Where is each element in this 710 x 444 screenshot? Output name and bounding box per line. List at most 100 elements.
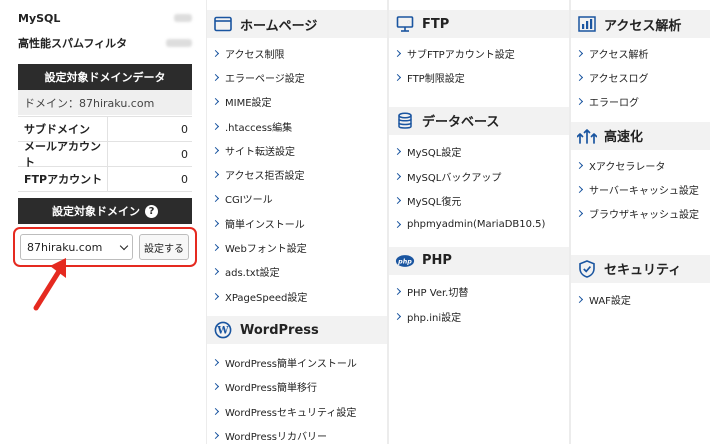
menu-link[interactable]: php.ini設定 <box>389 304 569 328</box>
chevron-right-icon <box>393 196 402 204</box>
count-label: FTPアカウント <box>18 167 108 191</box>
database-link-list: MySQL設定 MySQLバックアップ MySQL復元 phpmyadmin(M… <box>389 135 569 237</box>
menu-link-label: サイト転送設定 <box>225 146 295 158</box>
section-header-security: セキュリティ <box>571 254 710 283</box>
chevron-right-icon <box>211 383 220 391</box>
menu-link[interactable]: アクセスログ <box>571 65 710 89</box>
wordpress-icon: W <box>213 320 233 340</box>
menu-column-1: ホームページ アクセス制限 エラーページ設定 MIME設定 .htaccess編… <box>207 0 387 444</box>
menu-link[interactable]: phpmyadmin(MariaDB10.5) <box>389 212 569 236</box>
chevron-right-icon <box>393 49 402 57</box>
menu-link[interactable]: WAF設定 <box>571 288 710 312</box>
red-arrow-annotation <box>33 258 66 311</box>
menu-link[interactable]: FTP制限設定 <box>389 65 569 89</box>
menu-link-label: MIME設定 <box>225 98 272 110</box>
menu-link-label: Xアクセラレータ <box>589 161 666 173</box>
database-icon <box>395 111 415 131</box>
section-title: セキュリティ <box>604 263 682 279</box>
menu-column-2: FTP サブFTPアカウント設定 FTP制限設定 データベース MySQL設定 … <box>389 0 569 444</box>
menu-link[interactable]: MySQL復元 <box>389 188 569 212</box>
section-title: 高速化 <box>604 130 644 146</box>
menu-link-label: FTP制限設定 <box>407 73 465 85</box>
blurred-value <box>166 39 192 47</box>
chevron-right-icon <box>575 185 584 193</box>
menu-link[interactable]: .htaccess編集 <box>207 114 387 138</box>
menu-link[interactable]: アクセス拒否設定 <box>207 162 387 186</box>
bar-chart-icon <box>577 14 597 34</box>
chevron-right-icon <box>211 146 220 154</box>
target-domain-header-label: 設定対象ドメイン <box>52 205 140 218</box>
chevron-right-icon <box>393 172 402 180</box>
section-header-speed: 高速化 <box>571 121 710 150</box>
domain-data-header: 設定対象ドメインデータ <box>18 64 192 90</box>
menu-link[interactable]: Webフォント設定 <box>207 235 387 259</box>
menu-link[interactable]: WordPressセキュリティ設定 <box>207 399 387 423</box>
menu-link-label: WAF設定 <box>589 296 631 308</box>
stat-row-spam-filter: 高性能スパムフィルタ <box>18 31 192 55</box>
help-icon[interactable]: ? <box>145 204 158 218</box>
chevron-right-icon <box>393 73 402 81</box>
menu-link[interactable]: MySQLバックアップ <box>389 164 569 188</box>
chevron-right-icon <box>393 148 402 156</box>
chevron-right-icon <box>393 221 402 229</box>
menu-link[interactable]: サーバーキャッシュ設定 <box>571 177 710 201</box>
wordpress-link-list: WordPress簡単インストール WordPress簡単移行 WordPres… <box>207 344 387 444</box>
menu-link[interactable]: WordPress簡単移行 <box>207 375 387 399</box>
menu-link-label: エラーページ設定 <box>225 73 305 85</box>
chevron-right-icon <box>575 73 584 81</box>
current-domain-line: ドメイン：87hiraku.com <box>18 90 192 115</box>
menu-link-label: アクセス制限 <box>225 49 285 61</box>
menu-link[interactable]: サイト転送設定 <box>207 138 387 162</box>
menu-link-label: サブFTPアカウント設定 <box>407 49 515 61</box>
domain-count-table: サブドメイン 0 メールアカウント 0 FTPアカウント 0 <box>18 116 192 192</box>
section-header-php: php PHP <box>389 246 569 275</box>
menu-link[interactable]: エラーログ <box>571 90 710 114</box>
count-value: 0 <box>181 122 188 136</box>
menu-link[interactable]: MIME設定 <box>207 90 387 114</box>
menu-link-label: Webフォント設定 <box>225 244 307 256</box>
svg-text:W: W <box>216 326 229 337</box>
menu-link-label: 簡単インストール <box>225 219 305 231</box>
chevron-right-icon <box>211 73 220 81</box>
stat-label: 高性能スパムフィルタ <box>18 37 128 50</box>
ftp-link-list: サブFTPアカウント設定 FTP制限設定 <box>389 38 569 90</box>
chevron-right-icon <box>211 243 220 252</box>
menu-link[interactable]: 簡単インストール <box>207 211 387 235</box>
menu-link[interactable]: MySQL設定 <box>389 140 569 164</box>
chevron-right-icon <box>211 407 220 415</box>
chevron-right-icon <box>575 161 584 169</box>
section-title: アクセス解析 <box>604 18 682 34</box>
security-link-list: WAF設定 <box>571 283 710 312</box>
domain-select-value: 87hiraku.com <box>27 240 103 254</box>
stat-label: MySQL <box>18 11 61 25</box>
monitor-icon <box>395 14 415 34</box>
window-icon <box>213 14 233 34</box>
section-title: ホームページ <box>240 18 318 34</box>
section-title: データベース <box>422 115 500 131</box>
menu-link[interactable]: WordPressリカバリー <box>207 423 387 444</box>
menu-column-3: アクセス解析 アクセス解析 アクセスログ エラーログ 高速化 Xアクセラレータ … <box>571 0 710 444</box>
menu-link[interactable]: PHP Ver.切替 <box>389 280 569 304</box>
menu-link[interactable]: アクセス制限 <box>207 41 387 65</box>
menu-link[interactable]: XPageSpeed設定 <box>207 284 387 308</box>
chevron-right-icon <box>575 210 584 218</box>
menu-link[interactable]: サブFTPアカウント設定 <box>389 41 569 65</box>
menu-link[interactable]: エラーページ設定 <box>207 65 387 89</box>
section-header-access-analysis: アクセス解析 <box>571 10 710 38</box>
menu-link-label: MySQL設定 <box>407 148 462 160</box>
menu-link[interactable]: ads.txt設定 <box>207 260 387 284</box>
menu-link[interactable]: ブラウザキャッシュ設定 <box>571 201 710 225</box>
stat-row-mysql: MySQL <box>18 6 192 30</box>
menu-link[interactable]: アクセス解析 <box>571 41 710 65</box>
chevron-right-icon <box>575 49 584 57</box>
chevron-right-icon <box>211 358 220 366</box>
menu-link[interactable]: CGIツール <box>207 187 387 211</box>
chevron-right-icon <box>211 431 220 439</box>
target-domain-header: 設定対象ドメイン ? <box>18 198 192 224</box>
homepage-link-list: アクセス制限 エラーページ設定 MIME設定 .htaccess編集 サイト転送… <box>207 38 387 308</box>
menu-link-label: phpmyadmin(MariaDB10.5) <box>407 219 546 231</box>
menu-link[interactable]: WordPress簡単インストール <box>207 350 387 374</box>
chevron-down-icon <box>119 241 129 250</box>
set-domain-button[interactable]: 設定する <box>139 234 189 260</box>
menu-link[interactable]: Xアクセラレータ <box>571 153 710 177</box>
